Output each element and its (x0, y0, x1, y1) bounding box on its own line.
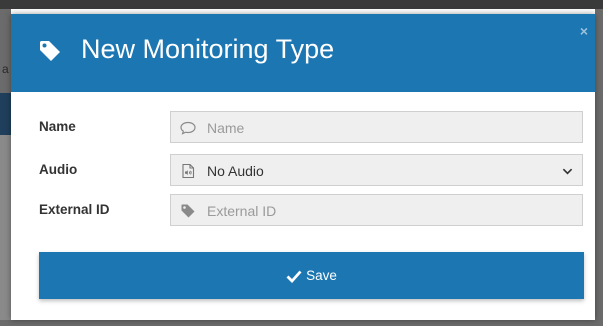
tag-icon (181, 204, 195, 218)
backdrop-content-band (0, 135, 11, 326)
audio-selected-value: No Audio (207, 163, 264, 179)
dialog-title: New Monitoring Type (81, 34, 335, 64)
audio-row: Audio No Audio (11, 154, 595, 188)
save-button[interactable]: Save (39, 252, 584, 299)
close-button[interactable]: × (580, 24, 588, 38)
backdrop-top-bar (0, 0, 603, 9)
external-id-row: External ID (11, 194, 595, 228)
tag-icon (40, 41, 60, 61)
name-row: Name (11, 111, 595, 145)
external-id-field[interactable] (170, 194, 583, 226)
backdrop-text: a (2, 62, 9, 76)
audio-select[interactable]: No Audio (170, 154, 583, 186)
name-field[interactable] (170, 111, 583, 143)
external-id-input[interactable] (207, 203, 567, 219)
backdrop-left-edge (0, 9, 11, 326)
audio-file-icon (182, 163, 195, 179)
new-monitoring-type-dialog: New Monitoring Type × Name Audio No Audi… (11, 14, 595, 320)
save-button-content: Save (39, 252, 584, 299)
backdrop-bottom-edge (0, 320, 603, 326)
comment-icon (180, 121, 196, 135)
save-button-label: Save (306, 268, 337, 283)
external-id-label: External ID (39, 202, 110, 217)
check-icon (286, 270, 302, 283)
name-input[interactable] (207, 120, 567, 136)
backdrop-right-edge (595, 9, 603, 326)
dialog-header: New Monitoring Type × (11, 14, 595, 92)
chevron-down-icon (562, 168, 573, 175)
name-label: Name (39, 119, 76, 134)
audio-label: Audio (39, 162, 78, 177)
backdrop-nav-band (0, 93, 11, 135)
